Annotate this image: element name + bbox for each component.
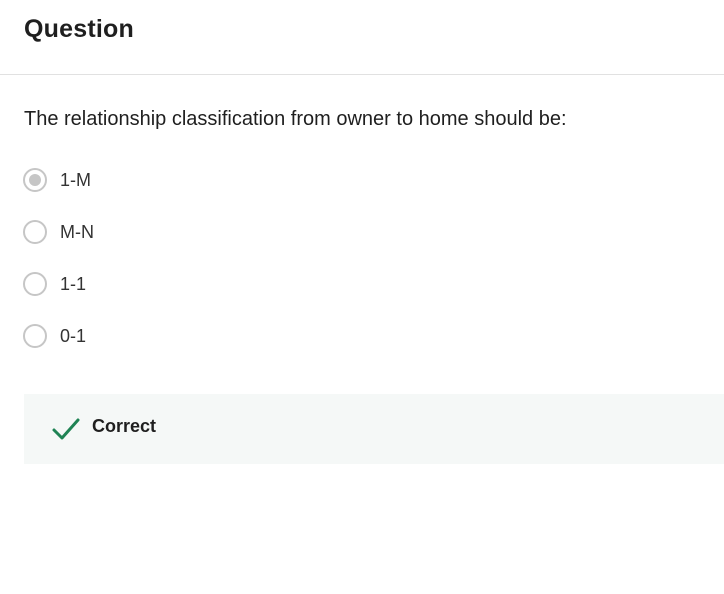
option-0-1[interactable]: 0-1 [22, 322, 322, 374]
question-prompt: The relationship classification from own… [24, 108, 567, 130]
check-icon [52, 418, 80, 440]
radio-button[interactable] [23, 324, 47, 348]
question-header: Question [0, 0, 724, 75]
answer-options: 1-M M-N 1-1 0-1 [22, 166, 322, 374]
radio-button[interactable] [23, 220, 47, 244]
feedback-label: Correct [92, 416, 157, 436]
page-title: Question [24, 15, 134, 43]
option-label: 0-1 [60, 326, 87, 346]
radio-button[interactable] [23, 272, 47, 296]
feedback-banner: Correct [24, 394, 724, 464]
option-1-1[interactable]: 1-1 [22, 270, 322, 322]
option-m-n[interactable]: M-N [22, 218, 322, 270]
option-label: M-N [60, 222, 94, 242]
option-1-m[interactable]: 1-M [22, 166, 322, 218]
option-label: 1-1 [60, 274, 87, 294]
radio-button-selected[interactable] [23, 168, 47, 192]
option-label: 1-M [60, 170, 91, 190]
